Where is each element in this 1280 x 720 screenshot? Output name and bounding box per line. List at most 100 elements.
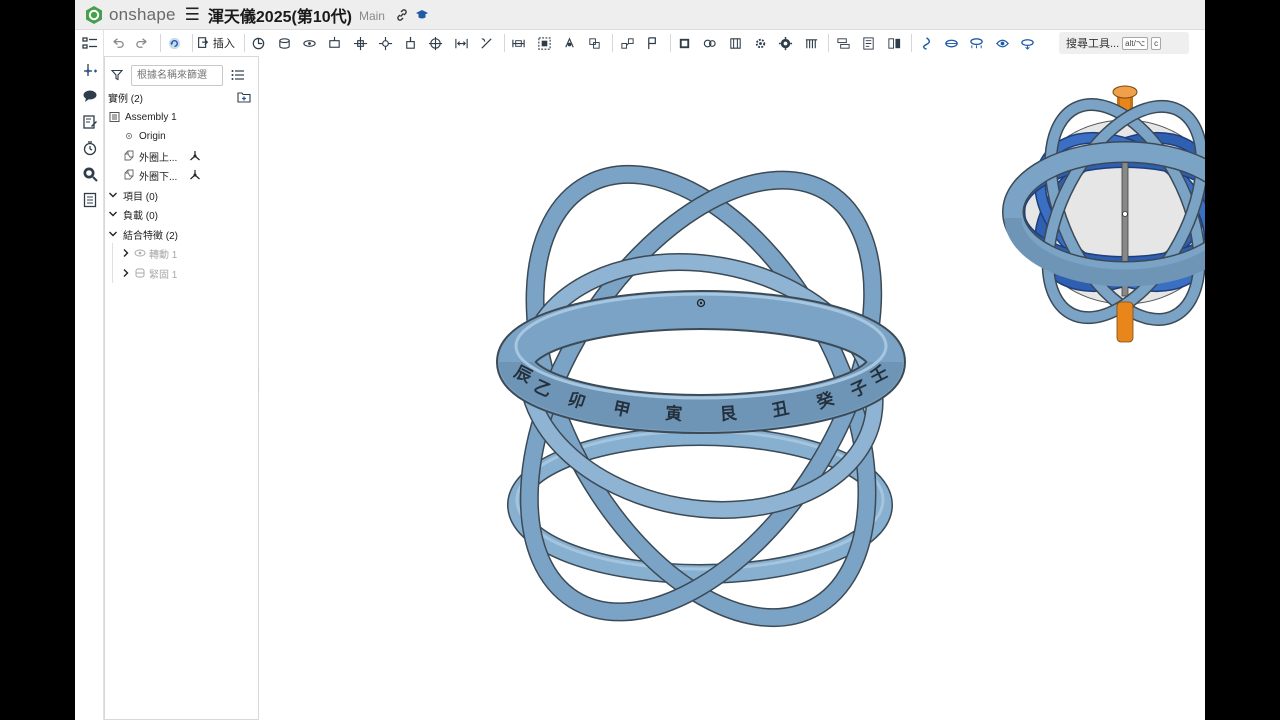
insert-icon xyxy=(197,37,209,48)
chevron-down-icon[interactable] xyxy=(108,190,118,200)
instances-header[interactable]: 實例 (2) xyxy=(108,88,258,106)
comments-icon[interactable] xyxy=(80,86,99,105)
tangent-mate-icon[interactable] xyxy=(450,32,472,54)
revolute-mate-icon xyxy=(134,249,146,257)
bill-of-materials-icon[interactable] xyxy=(80,190,99,209)
instance-row[interactable]: 外圈下... xyxy=(123,166,253,184)
fasten-mate-icon[interactable] xyxy=(248,32,270,54)
part-icon xyxy=(124,169,134,180)
main-toolbar: 插入 搜尋工具... alt/⌥ c xyxy=(104,30,1205,56)
history-icon[interactable] xyxy=(80,138,99,157)
planar-mate-icon[interactable] xyxy=(324,32,346,54)
title-bar: onshape ☰ 渾天儀2025(第10代) Main xyxy=(75,0,1205,30)
shortcut-key-alt: alt/⌥ xyxy=(1122,36,1149,50)
edit-properties-icon[interactable] xyxy=(80,112,99,131)
pin-slot-mate-icon[interactable] xyxy=(374,32,396,54)
list-options-icon[interactable] xyxy=(231,69,245,81)
chevron-down-icon[interactable] xyxy=(108,209,118,219)
filter-icon[interactable] xyxy=(111,69,123,81)
search-tools-input[interactable]: 搜尋工具... alt/⌥ c xyxy=(1059,32,1189,54)
link-icon[interactable] xyxy=(395,8,409,22)
parallel-mate-icon[interactable] xyxy=(425,32,447,54)
undo-icon[interactable] xyxy=(106,32,128,54)
cam-icon[interactable] xyxy=(775,32,797,54)
mate-connector-icon[interactable] xyxy=(533,32,555,54)
check-interference-icon[interactable] xyxy=(80,164,99,183)
linear-relation-icon[interactable] xyxy=(750,32,772,54)
toolbar-separator xyxy=(828,34,830,52)
ring-glyph: 艮 xyxy=(719,404,738,425)
branch-label[interactable]: Main xyxy=(359,9,385,23)
toolbar-separator xyxy=(191,34,193,52)
mate-values-icon[interactable] xyxy=(800,32,822,54)
gear-relation-icon[interactable] xyxy=(674,32,696,54)
fastened-mate-icon xyxy=(135,268,145,278)
rack-pinion-icon[interactable] xyxy=(699,32,721,54)
ball-mate-icon[interactable] xyxy=(400,32,422,54)
document-title[interactable]: 渾天儀2025(第10代) xyxy=(208,3,352,27)
screw-relation-icon[interactable] xyxy=(724,32,746,54)
filter-row xyxy=(111,64,254,86)
mate-row[interactable]: 轉動 1 xyxy=(121,244,177,262)
graphics-viewport[interactable]: 辰乙卯甲寅艮丑癸子壬 xyxy=(259,56,1205,720)
origin-row[interactable]: Origin xyxy=(125,127,166,145)
part-icon xyxy=(124,150,134,161)
insert-button[interactable]: 插入 xyxy=(196,35,235,51)
revolute-mate-icon[interactable] xyxy=(273,32,295,54)
mate-connector-icon[interactable] xyxy=(189,169,201,181)
instance-label: 外圈上... xyxy=(139,152,178,164)
left-panel-bar xyxy=(75,30,104,720)
rotation-center-dot xyxy=(699,301,703,305)
width-mate-icon[interactable] xyxy=(476,32,498,54)
pattern-icon[interactable] xyxy=(584,32,606,54)
instance-row[interactable]: 外圈上... xyxy=(123,147,253,165)
redo-icon[interactable] xyxy=(131,32,153,54)
display-states-icon[interactable] xyxy=(941,32,963,54)
tree-guide-line xyxy=(112,243,113,283)
onshape-logo[interactable]: onshape xyxy=(84,5,176,25)
chevron-right-icon[interactable] xyxy=(121,268,131,278)
create-folder-icon[interactable] xyxy=(237,91,251,103)
mate-features-row[interactable]: 結合特徵 (2) xyxy=(108,225,178,243)
instance-list-panel: 實例 (2) Assembly 1 Origin 外圈上... 外圈下... 項… xyxy=(104,56,259,720)
assembly-tools xyxy=(248,32,1042,54)
armillary-sphere-model[interactable]: 辰乙卯甲寅艮丑癸子壬 xyxy=(259,56,1205,720)
animate-icon[interactable] xyxy=(1017,32,1039,54)
regenerate-icon[interactable] xyxy=(164,32,186,54)
items-row[interactable]: 項目 (0) xyxy=(108,186,158,204)
section-view-icon[interactable] xyxy=(915,32,937,54)
cylindrical-mate-icon[interactable] xyxy=(349,32,371,54)
chevron-down-icon[interactable] xyxy=(108,229,118,239)
mate-connector-list-icon[interactable] xyxy=(80,60,99,79)
onshape-logo-icon xyxy=(86,5,102,24)
full-assembly-preview[interactable] xyxy=(1002,81,1205,343)
mate-connector-icon[interactable] xyxy=(189,150,201,162)
ring-glyph: 寅 xyxy=(664,403,682,425)
filter-by-name-input[interactable] xyxy=(131,64,223,86)
toolbar-separator xyxy=(159,34,161,52)
shortcut-key-c: c xyxy=(1151,36,1162,50)
main-menu-button[interactable]: ☰ xyxy=(185,5,200,25)
mate-row[interactable]: 緊固 1 xyxy=(121,264,177,282)
snapshot-icon[interactable] xyxy=(641,32,663,54)
view-cube-icon[interactable] xyxy=(966,32,988,54)
exploded-view-icon[interactable] xyxy=(832,32,854,54)
group-icon[interactable] xyxy=(508,32,530,54)
fix-icon[interactable] xyxy=(616,32,638,54)
loads-row[interactable]: 負載 (0) xyxy=(108,205,158,223)
toolbar-separator xyxy=(911,34,913,52)
chevron-right-icon[interactable] xyxy=(121,248,131,258)
rotate-view-icon[interactable] xyxy=(883,32,905,54)
slider-mate-icon[interactable] xyxy=(298,32,320,54)
search-tools-label: 搜尋工具... xyxy=(1066,38,1120,50)
learning-center-icon[interactable] xyxy=(415,8,429,22)
toolbar-separator xyxy=(503,34,505,52)
instance-label: 外圈下... xyxy=(139,171,178,183)
measure-icon[interactable] xyxy=(991,32,1013,54)
replicate-icon[interactable] xyxy=(558,32,580,54)
items-label: 項目 (0) xyxy=(123,191,158,203)
assembly-row[interactable]: Assembly 1 xyxy=(109,108,177,126)
toolbar-separator xyxy=(243,34,245,52)
feature-list-icon[interactable] xyxy=(80,34,99,53)
named-positions-icon[interactable] xyxy=(858,32,880,54)
